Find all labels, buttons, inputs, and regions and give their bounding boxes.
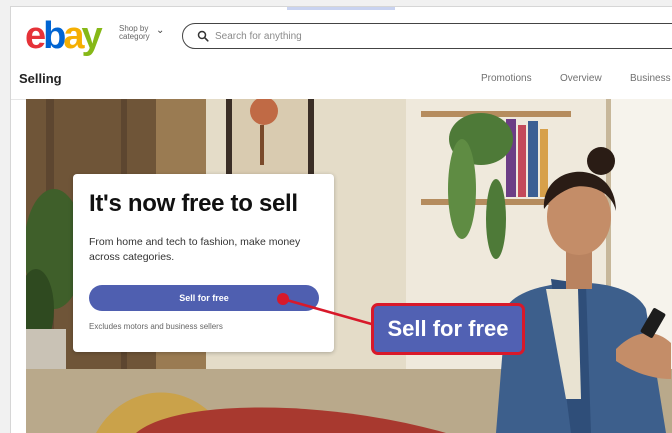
browser-frame: ebay Shop by category ⌄ Selling Promotio… [10, 6, 672, 433]
annotation-pointer-line [282, 297, 376, 327]
annotation-callout: Sell for free [371, 303, 525, 355]
annotation-pointer-dot [277, 293, 289, 305]
